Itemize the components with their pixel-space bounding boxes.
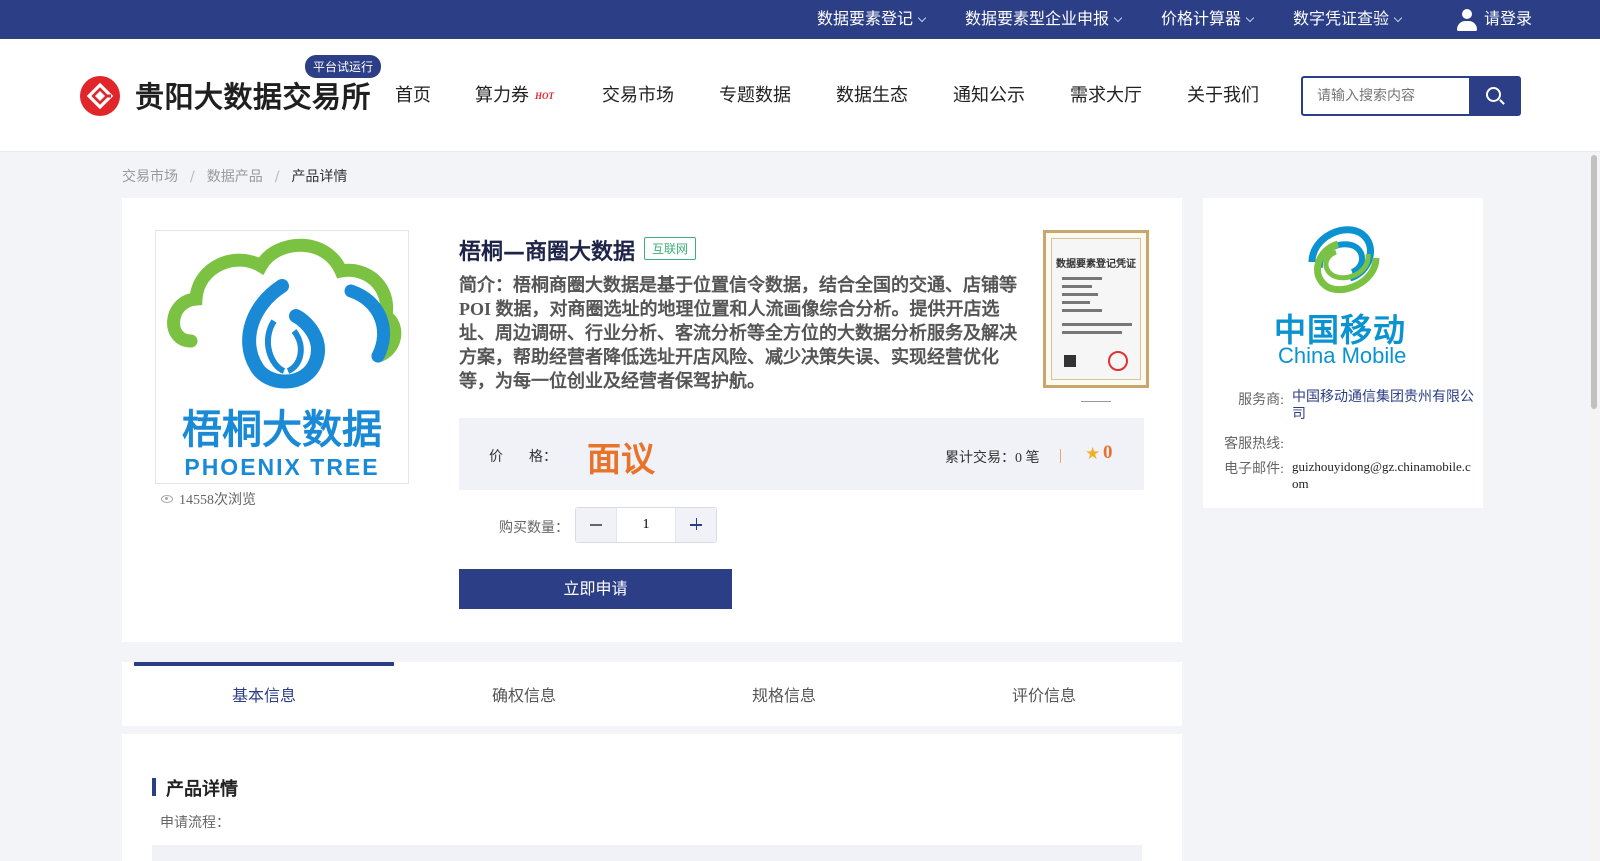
search-box [1301,76,1521,116]
email-key: 电子邮件: [1224,462,1284,477]
image-text-en: PHOENIX TREE [184,454,379,480]
product-title: 梧桐—商圈大数据 [459,240,636,265]
chevron-down-icon [1113,13,1123,23]
nav-compute-voucher[interactable]: 算力券 [475,81,529,107]
process-content [152,845,1142,861]
user-icon [1456,8,1478,32]
increase-button[interactable] [676,508,716,542]
hotline-key: 客服热线: [1224,437,1284,452]
exchange-logo-icon[interactable] [80,76,120,116]
registration-certificate[interactable]: 数据要素登记凭证 [1043,230,1149,388]
email-value: guizhouyidong@gz.chinamobile.com [1292,459,1471,491]
chevron-down-icon [917,13,927,23]
breadcrumb-trading-market[interactable]: 交易市场 [122,169,178,185]
chevron-down-icon [1393,13,1403,23]
topbar-item-data-registration[interactable]: 数据要素登记 [817,0,927,39]
certificate-indicator [1081,401,1111,402]
breadcrumb-separator: / [190,169,195,185]
certificate-title: 数据要素登记凭证 [1056,259,1136,270]
login-button[interactable]: 请登录 [1456,0,1532,39]
login-label: 请登录 [1484,11,1533,28]
nav-data-ecosystem[interactable]: 数据生态 [836,81,908,107]
trial-badge: 平台试运行 [305,55,382,78]
breadcrumb-data-products[interactable]: 数据产品 [207,169,263,185]
price-panel: 价格： 面议 累计交易：0 笔 ★ 0 [459,418,1144,490]
divider [1060,449,1061,463]
nav-home[interactable]: 首页 [395,81,431,107]
topbar-item-label: 价格计算器 [1161,11,1242,28]
view-count-label: 14558次浏览 [179,493,256,508]
tab-spec-info[interactable]: 规格信息 [654,662,914,726]
tab-review-info[interactable]: 评价信息 [914,662,1174,726]
seal-icon [1108,351,1128,371]
nav-demand-hall[interactable]: 需求大厅 [1070,81,1142,107]
trade-count: 累计交易：0 笔 [945,451,1040,466]
tab-rights-info[interactable]: 确权信息 [394,662,654,726]
eye-icon [161,495,173,503]
industry-tag: 互联网 [644,237,697,260]
provider-logo-en: China Mobile [1278,343,1407,368]
search-button[interactable] [1469,78,1519,114]
topbar-item-label: 数据要素登记 [817,11,914,28]
rating-value: 0 [1103,442,1113,463]
scrollbar-thumb[interactable] [1591,155,1597,409]
section-title: 产品详情 [166,779,238,800]
product-image: 梧桐大数据 PHOENIX TREE [155,230,409,484]
nav-notices[interactable]: 通知公示 [953,81,1025,107]
view-count: 14558次浏览 [161,489,256,509]
hot-badge: HOT [535,91,554,101]
topbar-item-label: 数据要素型企业申报 [965,11,1110,28]
topbar-item-certificate-check[interactable]: 数字凭证查验 [1293,0,1403,39]
service-provider-value[interactable]: 中国移动通信集团贵州有限公司 [1292,389,1477,423]
nav-topic-data[interactable]: 专题数据 [719,81,791,107]
topbar-item-price-calculator[interactable]: 价格计算器 [1161,0,1255,39]
topbar-item-enterprise-declaration[interactable]: 数据要素型企业申报 [965,0,1123,39]
decrease-button[interactable] [576,508,616,542]
quantity-label: 购买数量： [499,521,569,536]
search-input[interactable] [1303,78,1469,114]
image-text-cn: 梧桐大数据 [182,407,382,453]
top-bar: 数据要素登记 数据要素型企业申报 价格计算器 数字凭证查验 请登录 [0,0,1600,39]
apply-button[interactable]: 立即申请 [459,569,732,609]
price-value: 面议 [587,440,655,480]
process-label: 申请流程： [160,816,230,831]
section-marker [152,778,156,796]
price-label: 价格： [489,450,557,465]
service-provider-key: 服务商: [1238,393,1284,408]
quantity-stepper [575,507,717,543]
star-icon: ★ [1085,444,1101,463]
breadcrumb: 交易市场 / 数据产品 / 产品详情 [122,166,347,186]
chevron-down-icon [1245,13,1255,23]
nav-trading-market[interactable]: 交易市场 [602,81,674,107]
site-header: 贵阳大数据交易所 平台试运行 首页 算力券 HOT 交易市场 专题数据 数据生态… [0,39,1600,152]
detail-tabs: 基本信息 确权信息 规格信息 评价信息 [122,662,1182,726]
brand-name[interactable]: 贵阳大数据交易所 [135,74,371,116]
search-icon [1486,87,1501,102]
quantity-input[interactable] [616,508,676,542]
topbar-item-label: 数字凭证查验 [1293,11,1390,28]
product-detail-section [122,734,1182,861]
qr-code-icon [1064,355,1076,367]
breadcrumb-current: 产品详情 [291,169,348,185]
nav-about-us[interactable]: 关于我们 [1187,81,1259,107]
breadcrumb-separator: / [274,169,280,185]
tab-basic-info[interactable]: 基本信息 [134,662,394,726]
product-intro: 简介：梧桐商圈大数据是基于位置信令数据，结合全国的交通、店铺等POI 数据，对商… [459,275,1017,391]
